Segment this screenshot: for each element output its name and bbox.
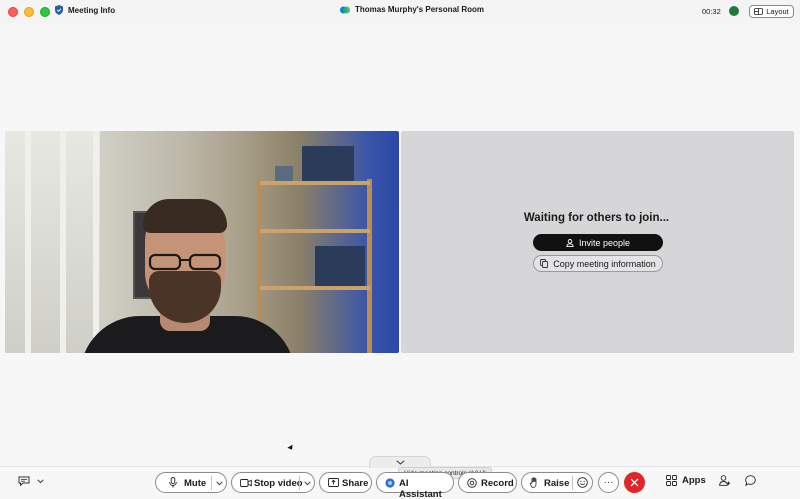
reactions-icon[interactable] bbox=[577, 477, 588, 488]
meeting-info-button[interactable]: Meeting Info bbox=[55, 5, 115, 15]
apps-label: Apps bbox=[682, 475, 706, 486]
chat-icon bbox=[745, 475, 756, 486]
more-icon: ··· bbox=[603, 477, 614, 488]
ai-assistant-icon bbox=[385, 478, 395, 488]
glasses-shape bbox=[148, 253, 222, 271]
ai-assistant-button[interactable]: AI Assistant bbox=[376, 472, 454, 499]
chat-button[interactable] bbox=[745, 475, 756, 486]
invite-people-button[interactable]: Invite people bbox=[533, 234, 663, 251]
chevron-down-icon bbox=[395, 460, 405, 465]
video-background-window bbox=[5, 131, 100, 353]
captions-button[interactable] bbox=[18, 476, 44, 486]
captions-icon bbox=[18, 476, 30, 486]
stop-video-button[interactable]: Stop video bbox=[254, 478, 303, 489]
layout-icon bbox=[754, 8, 764, 15]
participants-icon bbox=[719, 475, 731, 486]
room-title: Thomas Murphy's Personal Room bbox=[340, 5, 484, 14]
stop-video-button-group: Stop video bbox=[231, 472, 315, 493]
mouse-cursor bbox=[287, 444, 295, 452]
minimize-window-button[interactable] bbox=[24, 7, 34, 17]
ai-assistant-label: AI Assistant bbox=[399, 478, 442, 499]
connection-status-icon[interactable] bbox=[729, 6, 739, 16]
hand-icon bbox=[530, 477, 539, 488]
participants-button[interactable] bbox=[719, 475, 731, 486]
chevron-down-icon[interactable] bbox=[304, 481, 311, 486]
more-options-button[interactable]: ··· bbox=[598, 472, 619, 493]
chevron-down-icon[interactable] bbox=[37, 478, 44, 484]
waiting-title: Waiting for others to join... bbox=[523, 212, 670, 224]
raise-hand-button[interactable]: Raise bbox=[544, 478, 569, 489]
apps-button[interactable]: Apps bbox=[666, 475, 706, 486]
layout-button[interactable]: Layout bbox=[749, 5, 794, 18]
record-label: Record bbox=[481, 478, 514, 489]
person-icon bbox=[566, 238, 574, 247]
share-icon bbox=[328, 478, 339, 487]
waiting-panel: Waiting for others to join... Invite peo… bbox=[401, 131, 794, 353]
microphone-icon bbox=[169, 477, 177, 488]
copy-icon bbox=[540, 259, 549, 268]
record-button[interactable]: Record bbox=[458, 472, 517, 493]
leave-meeting-button[interactable] bbox=[624, 472, 645, 493]
maximize-window-button[interactable] bbox=[40, 7, 50, 17]
chevron-down-icon[interactable] bbox=[216, 481, 223, 486]
shield-icon bbox=[55, 5, 63, 15]
webex-logo-icon bbox=[340, 6, 350, 13]
window-controls bbox=[8, 7, 50, 17]
apps-icon bbox=[666, 475, 677, 486]
invite-people-label: Invite people bbox=[578, 237, 631, 248]
raise-button-group: Raise bbox=[521, 472, 593, 493]
share-label: Share bbox=[342, 478, 369, 489]
record-icon bbox=[467, 478, 477, 488]
share-button[interactable]: Share bbox=[319, 472, 372, 493]
self-video-tile[interactable] bbox=[5, 131, 399, 353]
meeting-timer: 00:32 bbox=[702, 7, 721, 16]
close-window-button[interactable] bbox=[8, 7, 18, 17]
mute-button[interactable]: Mute bbox=[184, 478, 206, 489]
mute-button-group: Mute bbox=[155, 472, 227, 493]
end-call-icon bbox=[630, 478, 639, 487]
camera-icon bbox=[240, 479, 252, 487]
copy-meeting-info-button[interactable]: Copy meeting information bbox=[533, 255, 663, 272]
layout-label: Layout bbox=[766, 7, 789, 16]
meeting-info-label: Meeting Info bbox=[68, 5, 116, 15]
room-title-label: Thomas Murphy's Personal Room bbox=[355, 5, 485, 14]
title-bar: Meeting Info Thomas Murphy's Personal Ro… bbox=[0, 0, 800, 24]
copy-meeting-info-label: Copy meeting information bbox=[553, 258, 656, 269]
